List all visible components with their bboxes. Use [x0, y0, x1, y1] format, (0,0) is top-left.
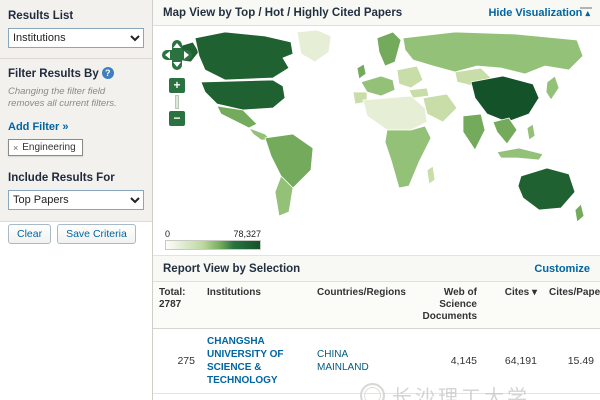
map-title: Map View by Top / Hot / Highly Cited Pap…	[163, 7, 402, 19]
zoom-in-button[interactable]: +	[169, 78, 185, 93]
column-institutions: Institutions	[201, 282, 311, 329]
clear-button[interactable]: Clear	[8, 224, 51, 244]
legend-max-label: 78,327	[233, 229, 261, 239]
include-results-label: Include Results For	[8, 172, 144, 184]
map-region-north-africa[interactable]	[363, 96, 427, 130]
results-list-label: Results List	[8, 10, 144, 22]
pan-right-icon[interactable]	[184, 51, 189, 59]
map-zoom-control: + −	[169, 78, 185, 126]
filter-chip-label: Engineering	[22, 142, 75, 153]
save-criteria-button[interactable]: Save Criteria	[57, 224, 136, 244]
esi-app: Results List Institutions Filter Results…	[0, 0, 600, 400]
hide-visualization-link[interactable]: Hide Visualization ▴	[488, 7, 590, 19]
sidebar-panel: Results List Institutions Filter Results…	[0, 0, 152, 222]
add-filter-link[interactable]: Add Filter »	[8, 121, 69, 133]
row-cites: 64,191	[483, 329, 543, 394]
world-choropleth-map	[165, 30, 589, 228]
report-title: Report View by Selection	[163, 263, 300, 275]
map-region-scandinavia[interactable]	[377, 32, 401, 66]
map-region-eastern-europe[interactable]	[397, 66, 423, 88]
country-link[interactable]: CHINA MAINLAND	[317, 349, 369, 373]
main-content: Map View by Top / Hot / Highly Cited Pap…	[153, 0, 600, 400]
table-header-row: Total: 2787 Institutions Countries/Regio…	[153, 282, 600, 329]
include-results-select[interactable]: Top Papers	[8, 190, 144, 210]
customize-link[interactable]: Customize	[534, 263, 590, 275]
collapse-arrow-icon: ▴	[585, 8, 590, 18]
filter-note: Changing the filter field removes all cu…	[8, 86, 144, 111]
zoom-slider-track[interactable]	[175, 95, 179, 109]
map-region-philippines[interactable]	[527, 124, 535, 140]
results-list-select[interactable]: Institutions	[8, 28, 144, 48]
column-wos-documents: Web of Science Documents	[403, 282, 483, 329]
column-countries-regions: Countries/Regions	[311, 282, 403, 329]
column-cites-per-paper: Cites/Paper	[543, 282, 600, 329]
column-cites-sort[interactable]: Cites ▾	[483, 282, 543, 329]
filter-chip-engineering[interactable]: × Engineering	[8, 139, 83, 156]
row-documents: 4,145	[403, 329, 483, 394]
sidebar: Results List Institutions Filter Results…	[0, 0, 153, 400]
legend-min-label: 0	[165, 229, 170, 239]
institution-link[interactable]: CHANGSHA UNIVERSITY OF SCIENCE & TECHNOL…	[207, 336, 284, 386]
pan-down-icon[interactable]	[173, 62, 181, 67]
table-row: 275 CHANGSHA UNIVERSITY OF SCIENCE & TEC…	[153, 329, 600, 394]
map-region-russia[interactable]	[403, 32, 583, 74]
map-legend: 0 78,327	[165, 229, 261, 250]
map-region-southern-africa[interactable]	[385, 126, 431, 188]
map-region-middle-east[interactable]	[423, 94, 457, 122]
map-region-canada[interactable]	[195, 32, 293, 80]
pan-left-icon[interactable]	[165, 51, 170, 59]
sort-desc-icon: ▾	[532, 287, 537, 298]
map-region-new-zealand[interactable]	[575, 204, 584, 222]
row-cites-per-paper: 15.49	[543, 329, 600, 394]
legend-gradient-bar	[165, 240, 261, 250]
map-header-bar: Map View by Top / Hot / Highly Cited Pap…	[153, 0, 600, 26]
map-region-indonesia[interactable]	[497, 148, 543, 160]
map-region-india[interactable]	[463, 114, 485, 150]
map-region-southeast-asia[interactable]	[493, 118, 517, 144]
zoom-out-button[interactable]: −	[169, 111, 185, 126]
report-header-bar: Report View by Selection Customize	[153, 256, 600, 282]
remove-filter-icon[interactable]: ×	[13, 143, 18, 153]
map-pan-control[interactable]	[162, 40, 192, 70]
map-region-usa[interactable]	[201, 80, 285, 110]
map-region-madagascar[interactable]	[427, 166, 435, 184]
map-region-greenland[interactable]	[297, 30, 331, 62]
map-region-uk[interactable]	[357, 64, 366, 79]
map-region-australia[interactable]	[518, 168, 575, 210]
column-total: Total: 2787	[153, 282, 201, 329]
report-table: Total: 2787 Institutions Countries/Regio…	[153, 282, 600, 394]
filter-results-by-label: Filter Results By?	[8, 67, 144, 80]
pan-up-icon[interactable]	[173, 43, 181, 48]
help-icon[interactable]: ?	[102, 67, 114, 79]
sidebar-divider	[0, 58, 152, 59]
row-count: 275	[153, 329, 201, 394]
map-view: + − 0 78,327	[153, 26, 600, 256]
map-region-brazil[interactable]	[265, 134, 313, 188]
map-region-japan[interactable]	[546, 76, 559, 100]
top-right-dash	[580, 7, 592, 9]
